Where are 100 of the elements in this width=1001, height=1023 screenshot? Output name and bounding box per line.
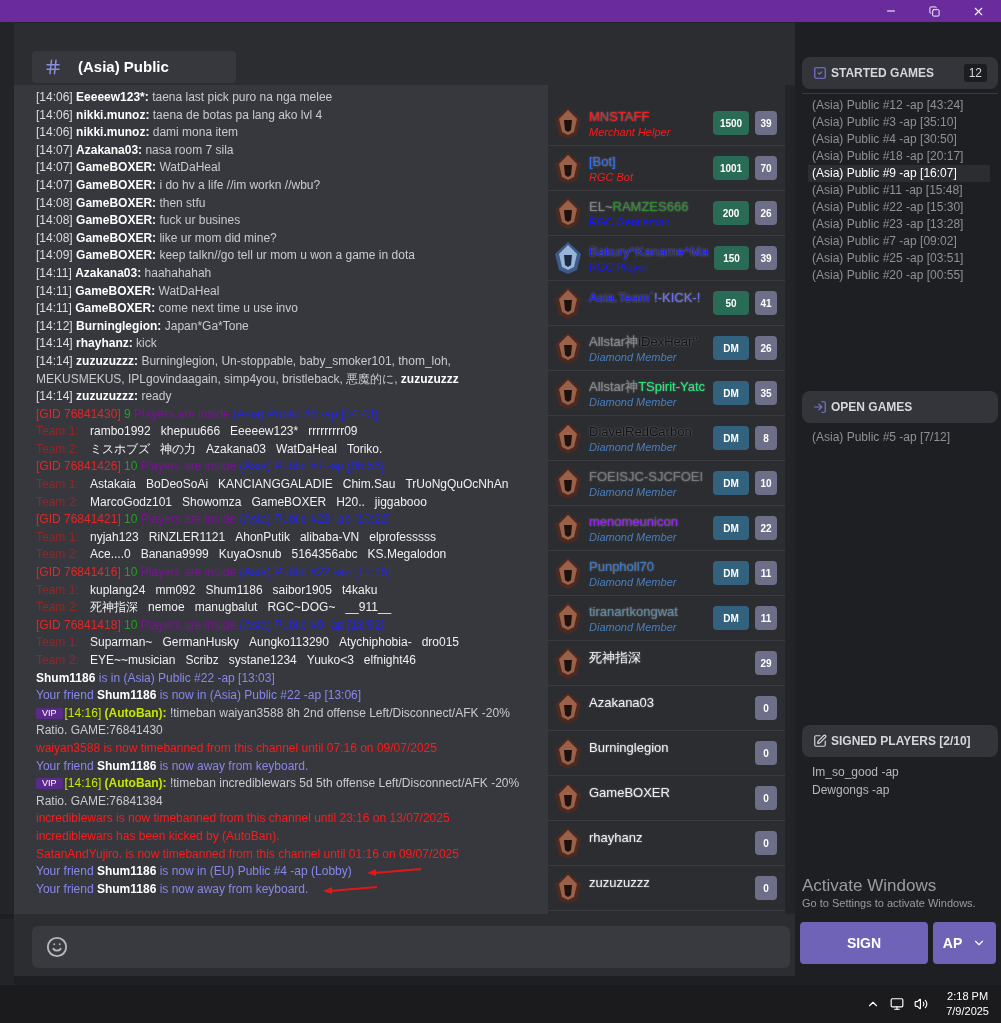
helmet-avatar-icon: [553, 871, 583, 905]
rank-badge: 1001: [713, 156, 749, 180]
team-label: Team 2:: [36, 652, 80, 669]
autoban-message: VIP [14:16] (AutoBan): !timeban waiyan3588 8h 2nd offense Left/Disconnect/AFK -20% Ratio. GAME:76841430: [36, 704, 511, 740]
started-game-item[interactable]: (Asia) Public #12 -ap [43:24]: [808, 97, 990, 114]
scrollbar[interactable]: [785, 85, 795, 914]
team-player: 5164356abc: [291, 546, 358, 564]
started-game-item[interactable]: (Asia) Public #23 -ap [13:28]: [808, 216, 990, 233]
team-player: kuplang24: [90, 581, 146, 599]
team-player: WatDaHeal: [276, 440, 337, 458]
rank-badge: DM: [713, 336, 749, 360]
started-game-item[interactable]: (Asia) Public #3 -ap [35:10]: [808, 114, 990, 131]
started-game-item[interactable]: (Asia) Public #11 -ap [15:48]: [808, 182, 990, 199]
team-player: Toriko.: [346, 440, 383, 458]
player-title: RGC Player: [589, 259, 649, 274]
count-badge: 39: [755, 246, 777, 270]
chat-message: [14:06] nikki.munoz: dami mona item: [36, 124, 240, 142]
rank-badge: DM: [713, 471, 749, 495]
ban-message: incrediblewars is now timebanned from this channel until 23:16 on 13/07/2025: [36, 810, 450, 828]
player-row[interactable]: Bakury^Kaname^Ma RGC Player 150 39: [548, 236, 785, 281]
team-player: __911__: [345, 599, 392, 617]
chat-message: [14:11] GameBOXER: WatDaHeal: [36, 282, 221, 300]
count-badge: 0: [755, 786, 777, 810]
status-message: Your friend Shum1186 is now away from keyboard.: [36, 757, 309, 775]
team-player: manugbalut: [194, 599, 258, 617]
ban-message: incrediblewars has been kicked by (AutoBan).: [36, 827, 280, 845]
player-row[interactable]: Burninglegion 0: [548, 731, 785, 776]
team-player: 神の力: [160, 440, 196, 458]
checkbox-icon: [813, 66, 827, 80]
helmet-avatar-icon: [553, 331, 583, 365]
player-row[interactable]: Punpholl70 Diamond Member DM 11: [548, 551, 785, 596]
count-badge: 35: [755, 381, 777, 405]
chat-message: [14:12] Burninglegion: Japan*Ga*Tone: [36, 317, 250, 335]
player-row[interactable]: rhayhanz 0: [548, 821, 785, 866]
message-input[interactable]: [32, 926, 790, 968]
team-player: Aungko113290: [249, 634, 329, 652]
player-row[interactable]: Allstar神TSpirit-Yatc Diamond Member DM 35: [548, 371, 785, 416]
team-player: Yuuko<3: [306, 652, 354, 669]
sign-button[interactable]: SIGN: [800, 922, 928, 964]
team-player: systane1234: [228, 652, 297, 669]
team-player: Shum1186: [205, 581, 263, 599]
player-row[interactable]: EL~RAMZES666 RGC Gentleman 200 26: [548, 191, 785, 236]
team-player: RGC~DOG~: [267, 599, 336, 617]
started-game-item[interactable]: (Asia) Public #18 -ap [20:17]: [808, 148, 990, 165]
emoji-icon[interactable]: [46, 936, 68, 958]
rank-badge: DM: [713, 606, 749, 630]
chat-message: [14:11] Azakana03: haahahahah: [36, 264, 213, 282]
player-name: MNSTAFF: [589, 107, 651, 125]
started-game-item[interactable]: (Asia) Public #9 -ap [16:07]: [808, 165, 990, 182]
chat-message: [14:06] nikki.munoz: taena de botas pa lang ako lvl 4: [36, 106, 324, 124]
game-notice: [GID 76841430] 9 Players are inside (Asia) Public #6 -ap [04:43]: [36, 405, 379, 423]
started-game-item[interactable]: (Asia) Public #22 -ap [15:30]: [808, 199, 990, 216]
player-row[interactable]: Azakana03 0: [548, 686, 785, 731]
restore-icon[interactable]: [929, 5, 940, 17]
started-game-item[interactable]: (Asia) Public #25 -ap [03:51]: [808, 250, 990, 267]
chat-message: [14:14] zuzuzuzzz: ready: [36, 388, 173, 406]
team-player: rambo1992: [90, 423, 151, 441]
helmet-avatar-icon: [553, 376, 583, 410]
channel-tab[interactable]: (Asia) Public: [32, 51, 236, 83]
count-badge: 70: [755, 156, 777, 180]
player-row[interactable]: Asia.Team`!-KICK-! 50 41: [548, 281, 785, 326]
team-label: Team 2:: [36, 599, 80, 617]
started-game-item[interactable]: (Asia) Public #7 -ap [09:02]: [808, 233, 990, 250]
player-row[interactable]: GameBOXER 0: [548, 776, 785, 821]
chat-message: [14:07] GameBOXER: i do hv a life //im workn //wbu?: [36, 176, 322, 194]
speaker-icon[interactable]: [914, 997, 929, 1011]
player-row[interactable]: MNSTAFF Merchant Helper 1500 39: [548, 101, 785, 146]
player-row[interactable]: FOEISJC-SJCFOEI Diamond Member DM 10: [548, 461, 785, 506]
player-row[interactable]: 死神指深 29: [548, 641, 785, 686]
open-game-item[interactable]: (Asia) Public #5 -ap [7/12]: [812, 429, 998, 446]
started-game-item[interactable]: (Asia) Public #20 -ap [00:55]: [808, 267, 990, 284]
ban-message: SatanAndYujiro. is now timebanned from this channel until 01:16 on 09/07/2025: [36, 845, 459, 863]
player-row[interactable]: zuzuzuzzz 0: [548, 866, 785, 911]
enter-icon: [813, 400, 827, 414]
team-player: Azakana03: [206, 440, 267, 458]
helmet-avatar-icon: [553, 466, 583, 500]
player-name: Punpholl70: [589, 557, 656, 575]
player-row[interactable]: [Bot] RGC Bot 1001 70: [548, 146, 785, 191]
player-name: Asia.Team`!-KICK-!: [589, 288, 702, 306]
status-message: Shum1186 is in (Asia) Public #22 -ap [13:03]: [36, 669, 275, 687]
clock[interactable]: 2:18 PM 7/9/2025: [946, 989, 989, 1019]
status-message: Your friend Shum1186 is now in (Asia) Public #22 -ap [13:06]: [36, 687, 362, 705]
helmet-avatar-icon: [553, 241, 583, 275]
activation-title: Activate Windows: [802, 876, 938, 896]
player-row[interactable]: menomeunicon Diamond Member DM 22: [548, 506, 785, 551]
chat-message: [14:07] GameBOXER: WatDaHeal: [36, 159, 222, 177]
count-badge: 11: [755, 561, 777, 585]
chat-message: [14:08] GameBOXER: fuck ur busines: [36, 212, 242, 230]
mode-select[interactable]: AP: [933, 922, 996, 964]
player-name: FOEISJC-SJCFOEI: [589, 467, 705, 485]
team-player: t4kaku: [341, 581, 378, 599]
team-player: KS.Megalodon: [367, 546, 447, 564]
network-icon[interactable]: [890, 997, 905, 1011]
section-title: OPEN GAMES: [831, 399, 913, 416]
player-row[interactable]: tiranartkongwat Diamond Member DM 11: [548, 596, 785, 641]
count-badge: 39: [755, 111, 777, 135]
team-player: jiggabooo: [374, 493, 427, 511]
count-badge: 8: [755, 426, 777, 450]
status-message: Your friend Shum1186 is now away from keyboard.: [36, 880, 309, 898]
started-game-item[interactable]: (Asia) Public #4 -ap [30:50]: [808, 131, 990, 148]
